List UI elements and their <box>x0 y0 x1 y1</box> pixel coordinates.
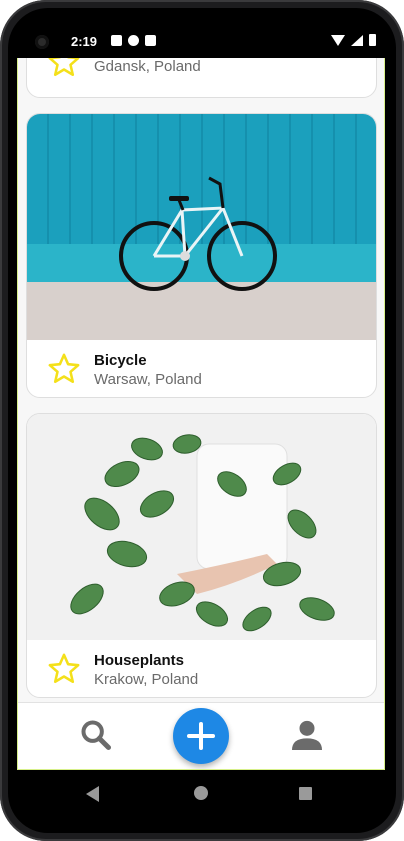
system-navigation-bar <box>0 770 404 820</box>
app-screen: Gdansk, Poland Bicycle Warsaw, Poland Ho… <box>17 58 385 770</box>
status-bar: 2:19 <box>18 26 386 58</box>
status-time: 2:19 <box>71 34 98 49</box>
home-icon[interactable] <box>194 786 208 800</box>
card-footer: Gdansk, Poland <box>27 58 376 97</box>
card-location: Warsaw, Poland <box>94 371 202 388</box>
back-icon[interactable] <box>86 786 99 802</box>
battery-icon <box>369 34 376 46</box>
bicycle-photo <box>27 114 376 340</box>
signal-icon <box>351 34 363 46</box>
camera-icon <box>35 35 49 49</box>
post-card[interactable]: Bicycle Warsaw, Poland <box>26 113 377 398</box>
plant-illustration <box>70 434 335 632</box>
notification-p-icon <box>128 35 139 46</box>
post-card[interactable]: Houseplants Krakow, Poland <box>26 413 377 698</box>
bicycle-illustration <box>119 176 277 291</box>
star-icon[interactable] <box>47 652 81 686</box>
star-icon[interactable] <box>47 58 81 79</box>
person-icon[interactable] <box>287 715 327 755</box>
phone-frame: 2:19 Gdansk, Poland Bicycle Warsaw, Pola… <box>0 0 404 841</box>
card-location: Gdansk, Poland <box>94 58 201 75</box>
system-indicators <box>331 34 376 46</box>
add-icon <box>187 722 215 750</box>
add-button[interactable] <box>173 708 229 764</box>
sd-card-icon <box>145 35 156 46</box>
card-location: Krakow, Poland <box>94 671 199 688</box>
star-icon[interactable] <box>47 352 81 386</box>
recents-icon[interactable] <box>299 787 312 800</box>
wifi-icon <box>331 34 345 46</box>
houseplants-photo <box>27 414 376 640</box>
card-footer: Bicycle Warsaw, Poland <box>27 340 376 397</box>
card-footer: Houseplants Krakow, Poland <box>27 640 376 697</box>
post-card[interactable]: Gdansk, Poland <box>26 58 377 98</box>
search-icon[interactable] <box>76 715 116 755</box>
notification-icons <box>111 35 156 46</box>
bottom-navigation <box>18 702 384 769</box>
card-title: Houseplants <box>94 652 185 669</box>
card-title: Bicycle <box>94 352 147 369</box>
notification-a-icon <box>111 35 122 46</box>
